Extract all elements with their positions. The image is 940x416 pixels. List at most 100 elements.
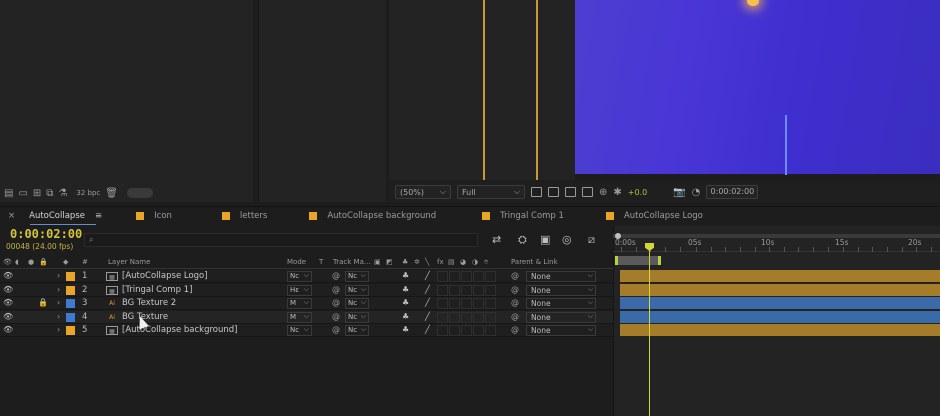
pick-whip-icon[interactable]: @ [511,285,519,294]
color-management-icon[interactable]: ✱ [613,187,621,198]
comp-mini-flowchart-icon[interactable]: ⇄ [492,233,501,246]
adjust-icon[interactable]: ⧉ [46,188,53,199]
quality-switch-icon[interactable]: ╱ [425,312,430,321]
parent-select[interactable]: None ⌵ [526,325,596,336]
new-folder-icon[interactable]: ▭ [18,188,27,199]
frame-blending-icon[interactable]: ▣ [540,233,550,246]
layer-row[interactable]: 👁 › 5 ▦ [AutoCollapse background] Nc ⌵ @ Nc ⌵ ♣ ╱ @ N… [0,324,613,337]
effect-switch-icon[interactable]: fx [437,258,444,266]
zoom-select[interactable]: (50%) ⌵ [395,185,451,199]
layer-bar[interactable] [620,270,940,282]
switch-cell[interactable] [437,284,448,296]
switch-cell[interactable] [461,311,472,323]
switch-cell[interactable] [461,325,472,336]
shy-switch-icon[interactable]: ♣ [402,258,408,266]
track-matte-select[interactable]: Nc ⌵ [345,325,369,336]
tab-letters[interactable]: letters [214,207,275,226]
exposure-value[interactable]: +0.0 [628,188,647,197]
switch-cell[interactable] [485,271,496,282]
blend-mode-select[interactable]: Hε ⌵ [287,284,312,296]
switch-cell[interactable] [437,271,448,282]
chevron-right-icon[interactable]: › [57,312,60,321]
switch-cell[interactable] [485,284,496,296]
blend-mode-select[interactable]: M ⌵ [287,311,312,323]
switch-cell[interactable] [461,271,472,282]
spiral-icon[interactable]: @ [332,285,340,294]
switch-cell[interactable] [449,284,460,296]
audio-switch-icon[interactable]: ◖ [15,258,19,266]
playhead-line[interactable] [649,250,650,416]
parent-select[interactable]: None ⌵ [526,284,596,296]
column-t[interactable]: T [319,258,323,266]
switch-cell[interactable] [437,311,448,323]
shy-switch-icon[interactable]: ♣ [402,312,409,321]
switch-cell[interactable] [461,298,472,309]
resolution-select[interactable]: Full ⌵ [457,185,525,199]
chevron-right-icon[interactable]: › [57,271,60,280]
blend-mode-select[interactable]: Nc ⌵ [287,325,312,336]
tab-autocollapse-background[interactable]: AutoCollapse background [301,207,444,226]
bit-depth-label[interactable]: 32 bpc [76,189,100,197]
shy-switch-icon[interactable]: ♣ [402,325,409,334]
layer-row[interactable]: 👁 🔒 › 3 Ai BG Texture 2 M ⌵ @ Nc ⌵ ♣ ╱ @ None ⌵ [0,297,613,310]
parent-select[interactable]: None ⌵ [526,298,596,309]
layer-name[interactable]: [Tringal Comp 1] [122,285,192,295]
tab-icon[interactable]: Icon [128,207,180,226]
tab-autocollapse-logo[interactable]: AutoCollapse Logo [598,207,711,226]
lock-icon[interactable]: 🔒 [38,298,48,307]
layer-bar[interactable] [620,283,940,296]
switch-cell[interactable] [461,284,472,296]
switch-cell[interactable] [449,298,460,309]
graph-editor-icon[interactable]: ⧄ [588,233,595,247]
label-color-swatch[interactable] [66,285,75,295]
eye-icon[interactable]: 👁 [3,312,13,321]
work-area-bar[interactable] [615,256,661,265]
layer-name[interactable]: BG Texture 2 [122,298,176,308]
column-track-matte[interactable]: Track Ma... [333,258,371,266]
parent-select[interactable]: None ⌵ [526,271,596,282]
label-tag-icon[interactable]: ◆ [63,258,68,266]
switch-cell[interactable] [473,325,484,336]
blend-mode-select[interactable]: Nc ⌵ [287,271,312,282]
layer-row[interactable]: 👁 › 4 Ai BG Texture M ⌵ @ Nc ⌵ ♣ ╱ @ None ⌵ [0,310,613,324]
transparency-grid-icon[interactable] [548,187,559,197]
chevron-right-icon[interactable]: › [57,298,60,307]
switch-cell[interactable] [485,325,496,336]
matte-toggle-icon[interactable]: ▣ [374,258,381,266]
region-of-interest-icon[interactable] [531,187,542,197]
snapshot-icon[interactable]: 📷 [673,187,685,198]
column-layer-name[interactable]: Layer Name [108,258,150,266]
track-matte-select[interactable]: Nc ⌵ [345,284,369,296]
switch-cell[interactable] [437,325,448,336]
pick-whip-icon[interactable]: @ [511,312,519,321]
switch-cell[interactable] [449,311,460,323]
pick-whip-icon[interactable]: @ [511,325,519,334]
shy-layers-icon[interactable]: ⛭ [518,233,527,247]
layer-bar[interactable] [620,297,940,309]
switch-cell[interactable] [485,311,496,323]
trash-icon[interactable]: 🗑 [105,188,118,199]
guides-icon[interactable] [582,187,593,197]
current-timecode[interactable]: 0:00:02:00 [10,227,82,241]
chevron-right-icon[interactable]: › [57,325,60,334]
time-ruler[interactable]: 0:00s 05s 10s 15s 20s [613,238,940,252]
spiral-icon[interactable]: @ [332,298,340,307]
color-channels-icon[interactable]: ⊕ [599,187,607,198]
current-time-display[interactable]: 0:00:02:00 [706,185,759,199]
lock-switch-icon[interactable]: 🔒 [39,258,48,266]
spiral-icon[interactable]: @ [332,271,340,280]
switch-cell[interactable] [473,298,484,309]
thumbnail-slider[interactable] [126,188,153,198]
composition-canvas[interactable] [575,0,940,175]
layer-search-input[interactable]: ⌕ [84,233,478,247]
switch-cell[interactable] [485,298,496,309]
switch-cell[interactable] [437,298,448,309]
quality-switch-icon[interactable]: ╱ [425,285,430,294]
quality-switch-icon[interactable]: ╱ [425,325,430,334]
layer-row[interactable]: 👁 › 2 ▦ [Tringal Comp 1] Hε ⌵ @ Nc ⌵ ♣ ╱ @ None ⌵ [0,283,613,297]
label-color-swatch[interactable] [66,312,75,322]
pick-whip-icon[interactable]: @ [511,298,519,307]
track-matte-select[interactable]: Nc ⌵ [345,298,369,309]
mask-visibility-icon[interactable] [565,187,576,197]
close-icon[interactable]: × [8,211,15,221]
